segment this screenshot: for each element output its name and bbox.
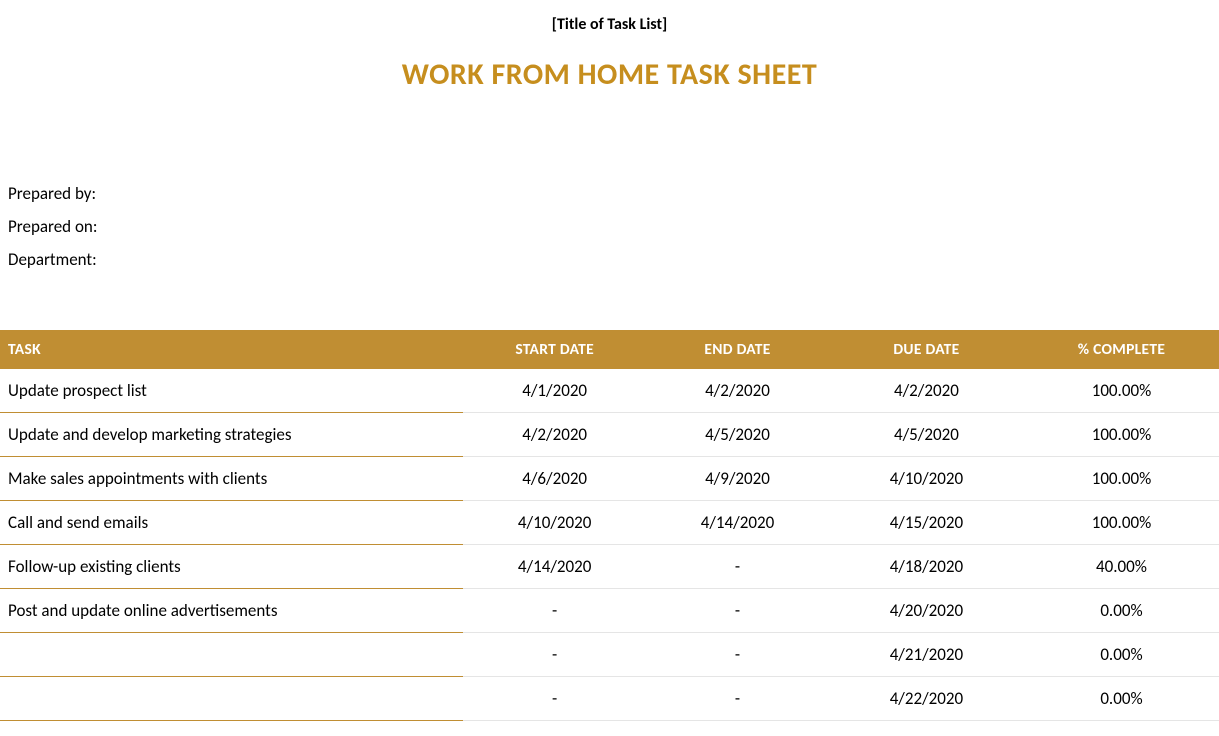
cell-end: 4/2/2020 [646, 369, 829, 413]
cell-due: 4/15/2020 [829, 501, 1024, 545]
cell-complete: 100.00% [1024, 369, 1219, 413]
table-row: Call and send emails 4/10/2020 4/14/2020… [0, 501, 1219, 545]
main-title: WORK FROM HOME TASK SHEET [8, 56, 1211, 93]
cell-complete: 100.00% [1024, 501, 1219, 545]
title-placeholder: [Title of Task List] [8, 15, 1211, 34]
cell-due: 4/10/2020 [829, 457, 1024, 501]
cell-task: Update and develop marketing strategies [0, 413, 463, 457]
header-section: [Title of Task List] WORK FROM HOME TASK… [0, 0, 1219, 93]
prepared-on-label: Prepared on: [8, 216, 1211, 237]
cell-complete: 40.00% [1024, 545, 1219, 589]
table-row: Update prospect list 4/1/2020 4/2/2020 4… [0, 369, 1219, 413]
cell-end: 4/14/2020 [646, 501, 829, 545]
table-row: - - 4/21/2020 0.00% [0, 633, 1219, 677]
cell-complete: 100.00% [1024, 457, 1219, 501]
cell-start: - [463, 589, 646, 633]
cell-end: - [646, 633, 829, 677]
cell-due: 4/21/2020 [829, 633, 1024, 677]
cell-due: 4/22/2020 [829, 677, 1024, 721]
cell-start: 4/6/2020 [463, 457, 646, 501]
department-label: Department: [8, 249, 1211, 270]
cell-task: Call and send emails [0, 501, 463, 545]
header-due-date: DUE DATE [829, 330, 1024, 369]
header-task: TASK [0, 330, 463, 369]
cell-task: Follow-up existing clients [0, 545, 463, 589]
cell-complete: 0.00% [1024, 633, 1219, 677]
cell-due: 4/18/2020 [829, 545, 1024, 589]
cell-due: 4/20/2020 [829, 589, 1024, 633]
table-row: Post and update online advertisements - … [0, 589, 1219, 633]
cell-task [0, 677, 463, 721]
cell-end: 4/5/2020 [646, 413, 829, 457]
cell-due: 4/2/2020 [829, 369, 1024, 413]
table-header-row: TASK START DATE END DATE DUE DATE % COMP… [0, 330, 1219, 369]
header-complete: % COMPLETE [1024, 330, 1219, 369]
cell-task: Update prospect list [0, 369, 463, 413]
header-end-date: END DATE [646, 330, 829, 369]
cell-end: 4/9/2020 [646, 457, 829, 501]
cell-start: - [463, 677, 646, 721]
table-row: Update and develop marketing strategies … [0, 413, 1219, 457]
cell-task [0, 633, 463, 677]
table-row: - - 4/22/2020 0.00% [0, 677, 1219, 721]
header-start-date: START DATE [463, 330, 646, 369]
cell-start: 4/1/2020 [463, 369, 646, 413]
cell-start: 4/2/2020 [463, 413, 646, 457]
cell-task: Post and update online advertisements [0, 589, 463, 633]
table-row: Make sales appointments with clients 4/6… [0, 457, 1219, 501]
cell-end: - [646, 589, 829, 633]
meta-section: Prepared by: Prepared on: Department: [0, 183, 1219, 270]
cell-complete: 100.00% [1024, 413, 1219, 457]
cell-complete: 0.00% [1024, 589, 1219, 633]
cell-start: - [463, 633, 646, 677]
cell-end: - [646, 677, 829, 721]
cell-due: 4/5/2020 [829, 413, 1024, 457]
cell-task: Make sales appointments with clients [0, 457, 463, 501]
cell-complete: 0.00% [1024, 677, 1219, 721]
task-table: TASK START DATE END DATE DUE DATE % COMP… [0, 330, 1219, 721]
table-row: Follow-up existing clients 4/14/2020 - 4… [0, 545, 1219, 589]
task-sheet-page: [Title of Task List] WORK FROM HOME TASK… [0, 0, 1219, 721]
cell-start: 4/10/2020 [463, 501, 646, 545]
task-table-wrap: TASK START DATE END DATE DUE DATE % COMP… [0, 330, 1219, 721]
prepared-by-label: Prepared by: [8, 183, 1211, 204]
cell-start: 4/14/2020 [463, 545, 646, 589]
cell-end: - [646, 545, 829, 589]
